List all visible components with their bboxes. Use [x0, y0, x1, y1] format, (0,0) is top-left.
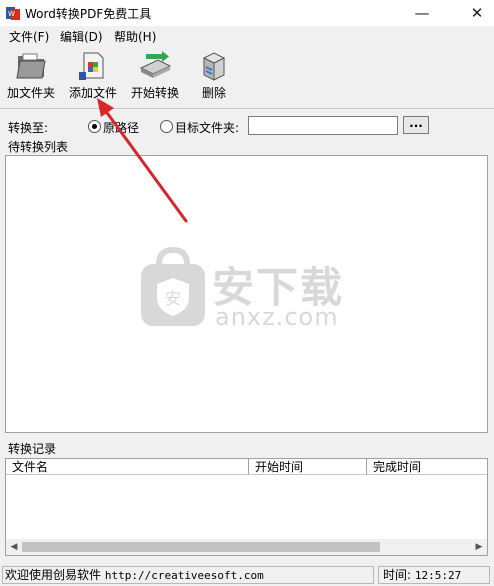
- status-time-label: 时间:: [383, 568, 412, 582]
- browse-button[interactable]: ...: [403, 116, 429, 134]
- add-file-button[interactable]: 添加文件: [62, 50, 124, 106]
- status-time: 时间: 12:5:27: [378, 566, 490, 584]
- menu-help[interactable]: 帮助(H): [114, 28, 156, 45]
- delete-button[interactable]: 删除: [183, 50, 245, 106]
- close-button[interactable]: ✕: [462, 0, 492, 26]
- original-path-radio[interactable]: [88, 120, 101, 133]
- horizontal-scrollbar[interactable]: ◀ ▶: [6, 539, 487, 555]
- scrollbar-thumb[interactable]: [22, 542, 380, 552]
- convert-to-label: 转换至:: [8, 121, 49, 135]
- menu-bar: 文件(F) 编辑(D) 帮助(H): [0, 26, 494, 46]
- column-header-end-time[interactable]: 完成时间: [367, 459, 487, 475]
- scroll-right-arrow-icon[interactable]: ▶: [472, 540, 486, 554]
- column-header-filename[interactable]: 文件名: [6, 459, 249, 475]
- menu-file[interactable]: 文件(F): [9, 28, 49, 45]
- add-file-icon: [79, 52, 104, 80]
- delete-icon: [202, 52, 226, 81]
- records-label: 转换记录: [8, 442, 57, 456]
- add-file-label: 添加文件: [68, 86, 117, 100]
- delete-label: 删除: [201, 86, 226, 100]
- convert-icon: [139, 51, 172, 78]
- start-convert-label: 开始转换: [130, 86, 179, 100]
- start-convert-button[interactable]: 开始转换: [124, 50, 186, 106]
- status-bar: 欢迎使用创易软件 http://creativeesoft.com 时间: 12…: [0, 566, 494, 586]
- records-table[interactable]: 文件名 开始时间 完成时间 ◀ ▶: [5, 458, 488, 556]
- toolbar: 加文件夹 添加文件 开始转换 删除: [0, 46, 494, 109]
- status-prefix: 欢迎使用创易软件: [5, 568, 102, 582]
- target-folder-input[interactable]: [248, 116, 398, 135]
- pending-list-label: 待转换列表: [8, 140, 69, 154]
- target-folder-label[interactable]: 目标文件夹:: [175, 119, 239, 136]
- pending-file-list[interactable]: [5, 155, 488, 433]
- menu-edit[interactable]: 编辑(D): [60, 28, 103, 45]
- title-bar: W Word转换PDF免费工具 — ✕: [0, 0, 494, 26]
- app-icon: W: [6, 7, 20, 20]
- column-header-start-time[interactable]: 开始时间: [249, 459, 367, 475]
- add-folder-button[interactable]: 加文件夹: [0, 50, 62, 106]
- scroll-left-arrow-icon[interactable]: ◀: [7, 540, 21, 554]
- folder-icon: [16, 53, 46, 79]
- add-folder-label: 加文件夹: [6, 86, 55, 100]
- status-time-value: 12:5:27: [414, 569, 462, 582]
- target-folder-radio[interactable]: [160, 120, 173, 133]
- status-message: 欢迎使用创易软件 http://creativeesoft.com: [2, 566, 374, 584]
- original-path-label[interactable]: 原路径: [103, 119, 139, 136]
- window-title: Word转换PDF免费工具: [25, 7, 152, 21]
- status-url: http://creativeesoft.com: [104, 569, 264, 582]
- minimize-button[interactable]: —: [407, 0, 437, 26]
- svg-text:W: W: [8, 10, 15, 18]
